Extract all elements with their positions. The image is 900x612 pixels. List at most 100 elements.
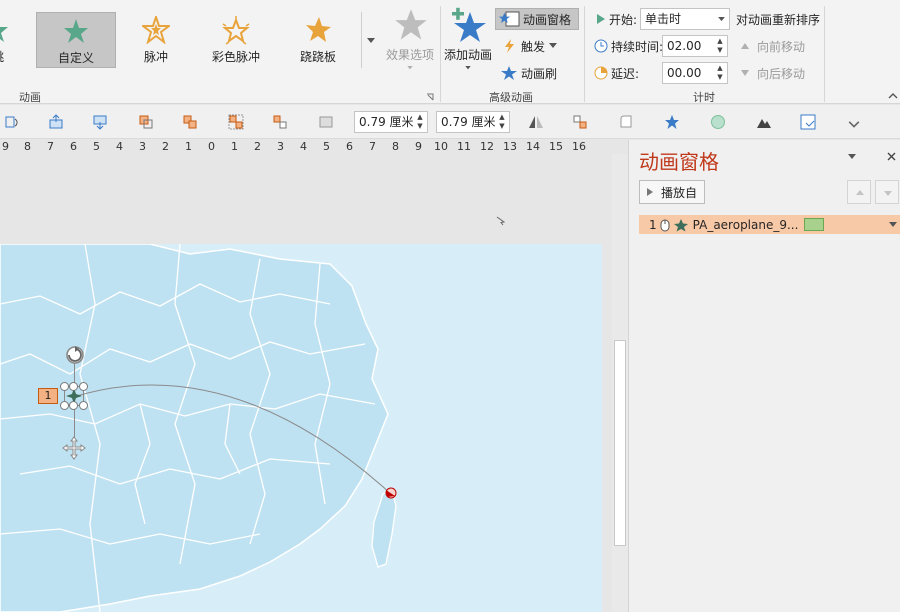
gallery-item-custom[interactable]: 自定义 bbox=[36, 12, 116, 68]
duration-spinner[interactable]: ▲ ▼ bbox=[715, 37, 725, 55]
crop-icon[interactable] bbox=[318, 114, 334, 130]
gallery-item-label: 彩色脉冲 bbox=[211, 50, 260, 64]
delay-input[interactable]: 00.00 ▲ ▼ bbox=[662, 62, 728, 84]
ruler-tick: 4 bbox=[300, 140, 307, 153]
shape-effects-star-icon[interactable] bbox=[664, 114, 680, 130]
animation-pane-button[interactable]: 动画窗格 bbox=[495, 8, 579, 30]
gallery-item-label: 自定义 bbox=[57, 51, 94, 65]
motion-path-end-marker bbox=[385, 487, 397, 499]
resize-handle[interactable] bbox=[69, 382, 78, 391]
pane-options-icon[interactable] bbox=[848, 154, 856, 160]
close-icon[interactable] bbox=[887, 152, 896, 161]
rotate-handle-icon[interactable] bbox=[64, 344, 86, 366]
arrange-objects-icon[interactable] bbox=[572, 114, 588, 130]
ruler-tick: 5 bbox=[93, 140, 100, 153]
start-select[interactable]: 单击时 bbox=[640, 8, 730, 30]
ungroup-icon[interactable] bbox=[228, 114, 244, 130]
animation-pane: 动画窗格 播放自 1 PA_aeroplane_9... bbox=[628, 140, 900, 612]
collapse-ribbon-icon[interactable] bbox=[888, 92, 898, 99]
effect-options-star-icon bbox=[395, 9, 427, 40]
ruler-tick: 7 bbox=[47, 140, 54, 153]
move-handle-icon[interactable] bbox=[62, 436, 86, 460]
item-dropdown-icon[interactable] bbox=[889, 222, 897, 228]
gallery-item-pulse[interactable]: 脉冲 bbox=[117, 12, 195, 68]
ruler-tick: 2 bbox=[254, 140, 261, 153]
send-backward-icon[interactable] bbox=[92, 114, 108, 130]
chevron-down-icon bbox=[549, 43, 558, 48]
group-separator bbox=[584, 6, 585, 102]
move-later-button[interactable]: 向后移动 bbox=[740, 62, 805, 84]
shape-width-input[interactable]: 0.79 厘米 ▲ ▼ bbox=[436, 111, 510, 133]
resize-handle[interactable] bbox=[79, 382, 88, 391]
shape-fill-icon[interactable] bbox=[710, 114, 726, 130]
resize-handle[interactable] bbox=[60, 382, 69, 391]
effect-options-button[interactable]: 效果选项 bbox=[384, 6, 436, 78]
shape-height-input[interactable]: 0.79 厘米 ▲ ▼ bbox=[354, 111, 428, 133]
resize-handle[interactable] bbox=[69, 401, 78, 410]
animation-order-badge[interactable]: 1 bbox=[38, 388, 58, 404]
move-earlier-button[interactable]: 向前移动 bbox=[740, 35, 805, 57]
animation-pane-label: 动画窗格 bbox=[523, 12, 572, 27]
resize-handle[interactable] bbox=[60, 401, 69, 410]
reorder-label: 对动画重新排序 bbox=[736, 12, 821, 27]
ruler-tick: 2 bbox=[162, 140, 169, 153]
add-animation-label: 添加动画 bbox=[443, 48, 492, 62]
change-picture-icon[interactable] bbox=[800, 114, 816, 130]
gallery-item-color-pulse[interactable]: 彩色脉冲 bbox=[196, 12, 276, 68]
shape-height-spinner[interactable]: ▲ ▼ bbox=[415, 113, 425, 131]
teeter-star-icon bbox=[306, 17, 331, 42]
ruler-tick: 7 bbox=[369, 140, 376, 153]
chevron-down-icon bbox=[718, 17, 725, 22]
ruler-tick: 5 bbox=[323, 140, 330, 153]
animation-name: PA_aeroplane_9... bbox=[692, 217, 799, 232]
delay-label: 延迟: bbox=[611, 66, 640, 81]
play-icon bbox=[597, 14, 605, 24]
selection-pane-icon[interactable] bbox=[272, 114, 288, 130]
move-down-button[interactable] bbox=[875, 180, 899, 204]
duration-input[interactable]: 02.00 ▲ ▼ bbox=[662, 35, 728, 57]
picture-icon[interactable] bbox=[756, 114, 772, 130]
triangle-up-icon bbox=[741, 43, 749, 49]
gallery-item-bounce[interactable]: 跳 bbox=[0, 12, 10, 68]
add-animation-button[interactable]: 添加动画 bbox=[444, 4, 492, 84]
animation-painter-button[interactable]: 动画刷 bbox=[500, 62, 557, 84]
trigger-button[interactable]: 触发 bbox=[502, 35, 560, 57]
start-label-row: 开始: bbox=[596, 8, 637, 30]
ruler-tick: 1 bbox=[231, 140, 238, 153]
align-icon[interactable] bbox=[138, 114, 154, 130]
flip-icon[interactable] bbox=[528, 114, 544, 130]
shape-width-spinner[interactable]: ▲ ▼ bbox=[497, 113, 507, 131]
rotate-icon[interactable] bbox=[4, 114, 20, 130]
gallery-item-teeter[interactable]: 跷跷板 bbox=[278, 12, 358, 68]
move-later-label: 向后移动 bbox=[757, 66, 806, 81]
gallery-more-button[interactable] bbox=[361, 12, 379, 68]
delay-spinner[interactable]: ▲ ▼ bbox=[715, 64, 725, 82]
mouse-click-icon bbox=[660, 219, 670, 231]
mouse-cursor-icon bbox=[496, 216, 506, 226]
bring-forward-icon[interactable] bbox=[48, 114, 64, 130]
triangle-down-icon bbox=[741, 70, 749, 76]
ruler-tick: 3 bbox=[277, 140, 284, 153]
gallery-item-label: 脉冲 bbox=[143, 50, 168, 64]
ribbon: 跳 自定义 脉冲 彩色脉冲 跷跷板 bbox=[0, 0, 900, 104]
slide-canvas[interactable]: 1 bbox=[0, 244, 602, 612]
dialog-launcher-icon[interactable] bbox=[426, 93, 434, 101]
animation-index: 1 bbox=[649, 217, 657, 232]
ruler-tick: 8 bbox=[392, 140, 399, 153]
play-from-button[interactable]: 播放自 bbox=[639, 180, 705, 204]
group-objects-icon[interactable] bbox=[182, 114, 198, 130]
move-up-button[interactable] bbox=[847, 180, 871, 204]
animation-list-item[interactable]: 1 PA_aeroplane_9... bbox=[639, 215, 900, 234]
vertical-scrollbar-thumb[interactable] bbox=[614, 340, 626, 546]
chevron-down-icon bbox=[465, 66, 471, 70]
edit-shape-icon[interactable] bbox=[618, 114, 634, 130]
pane-title: 动画窗格 bbox=[639, 150, 719, 174]
move-earlier-label: 向前移动 bbox=[757, 39, 806, 54]
effect-options-label: 效果选项 bbox=[385, 48, 434, 62]
triangle-up-icon bbox=[856, 190, 864, 195]
animation-painter-label: 动画刷 bbox=[521, 66, 558, 81]
toolbar-overflow-icon[interactable] bbox=[846, 117, 862, 133]
ruler-tick: 6 bbox=[70, 140, 77, 153]
resize-handle[interactable] bbox=[79, 401, 88, 410]
ruler-tick: 4 bbox=[116, 140, 123, 153]
